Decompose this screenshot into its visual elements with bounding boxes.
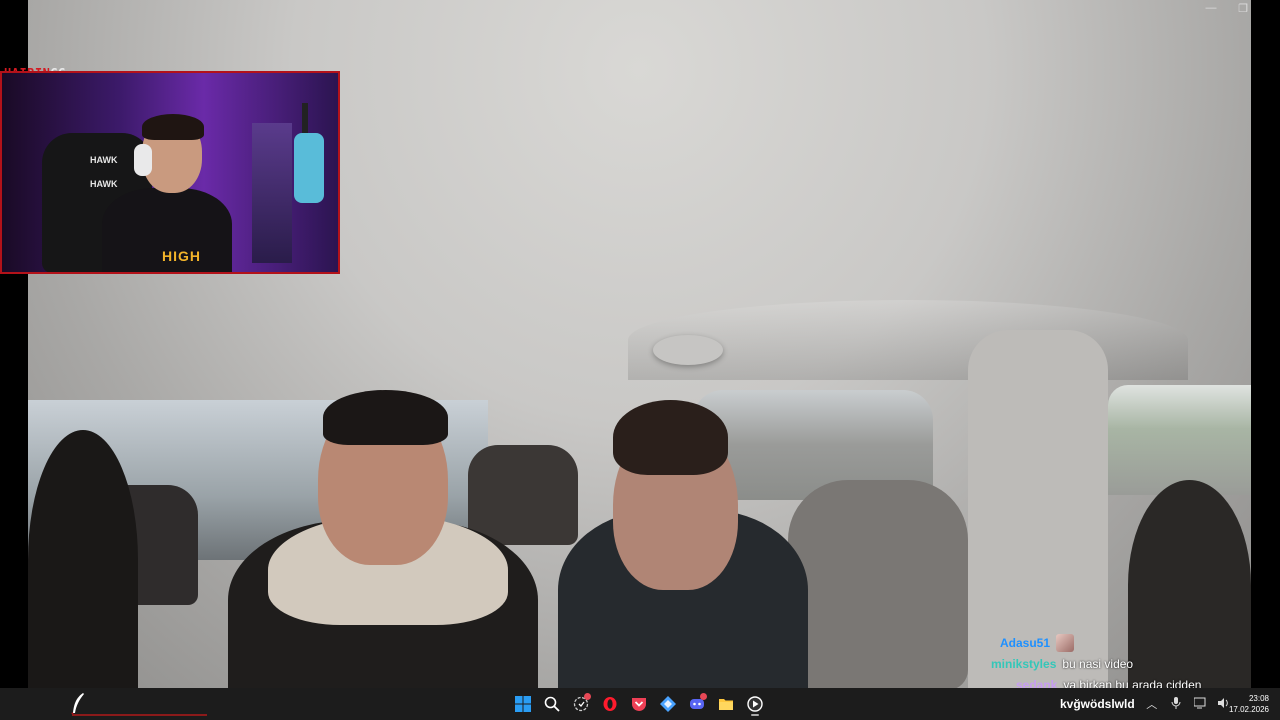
chat-username: Adasu51 — [1000, 635, 1051, 650]
passenger-hair — [613, 400, 728, 475]
windows-start-icon[interactable] — [512, 692, 534, 716]
chat-message: minikstyles bu nasi video — [960, 653, 1280, 674]
notification-badge — [700, 693, 707, 700]
chevron-up-icon[interactable]: ︿ — [1145, 696, 1159, 712]
task-view-icon[interactable] — [570, 692, 592, 716]
system-tray: kvğwödslwld ︿ — [1060, 688, 1231, 720]
discord-icon[interactable] — [686, 692, 708, 716]
emote-icon — [1056, 633, 1075, 652]
dome-light — [653, 335, 723, 365]
chat-overlay: Adasu51 minikstyles bu nasi video sedank… — [960, 632, 1280, 695]
notification-badge — [584, 693, 591, 700]
file-explorer-icon[interactable] — [715, 692, 737, 716]
car-headrest — [788, 480, 968, 688]
car-window-far — [1108, 385, 1251, 495]
window-controls: — ❐ — [1204, 2, 1250, 15]
pocket-icon[interactable] — [628, 692, 650, 716]
microphone — [294, 133, 324, 203]
webcam-overlay: HAWK HAWK HIGH — [0, 71, 340, 274]
car-seat — [468, 445, 578, 545]
chat-username: minikstyles — [991, 656, 1057, 671]
shirt-print: HIGH — [162, 248, 201, 264]
network-icon[interactable] — [1193, 697, 1207, 712]
headset — [134, 144, 152, 176]
streamer-hair — [142, 114, 204, 140]
passenger-hair — [323, 390, 448, 445]
restore-button[interactable]: ❐ — [1236, 2, 1250, 15]
keyboard-input-text: kvğwödslwld — [1060, 697, 1135, 711]
microphone-icon[interactable] — [1169, 696, 1183, 712]
app-gem-icon[interactable] — [657, 692, 679, 716]
taskbar: kvğwödslwld ︿ 23:08 17.02.2026 — [0, 688, 1280, 720]
chat-message: Adasu51 — [960, 632, 1280, 653]
passenger — [28, 430, 138, 688]
active-app-indicator — [751, 714, 759, 716]
minimize-button[interactable]: — — [1204, 2, 1218, 15]
search-icon[interactable] — [541, 692, 563, 716]
clock-time: 23:08 — [1248, 694, 1269, 703]
taskbar-pinned-apps — [512, 692, 766, 716]
streamer — [102, 114, 232, 272]
quill-icon — [71, 693, 84, 714]
clock-date: 17.02.2026 — [1228, 705, 1269, 714]
widget-underline — [72, 714, 207, 716]
system-clock[interactable]: 23:08 17.02.2026 — [1225, 693, 1269, 715]
widget-area[interactable] — [60, 692, 207, 716]
background-shelf — [252, 123, 292, 263]
opera-icon[interactable] — [599, 692, 621, 716]
media-player-icon[interactable] — [744, 692, 766, 716]
chat-text: bu nasi video — [1062, 656, 1134, 671]
